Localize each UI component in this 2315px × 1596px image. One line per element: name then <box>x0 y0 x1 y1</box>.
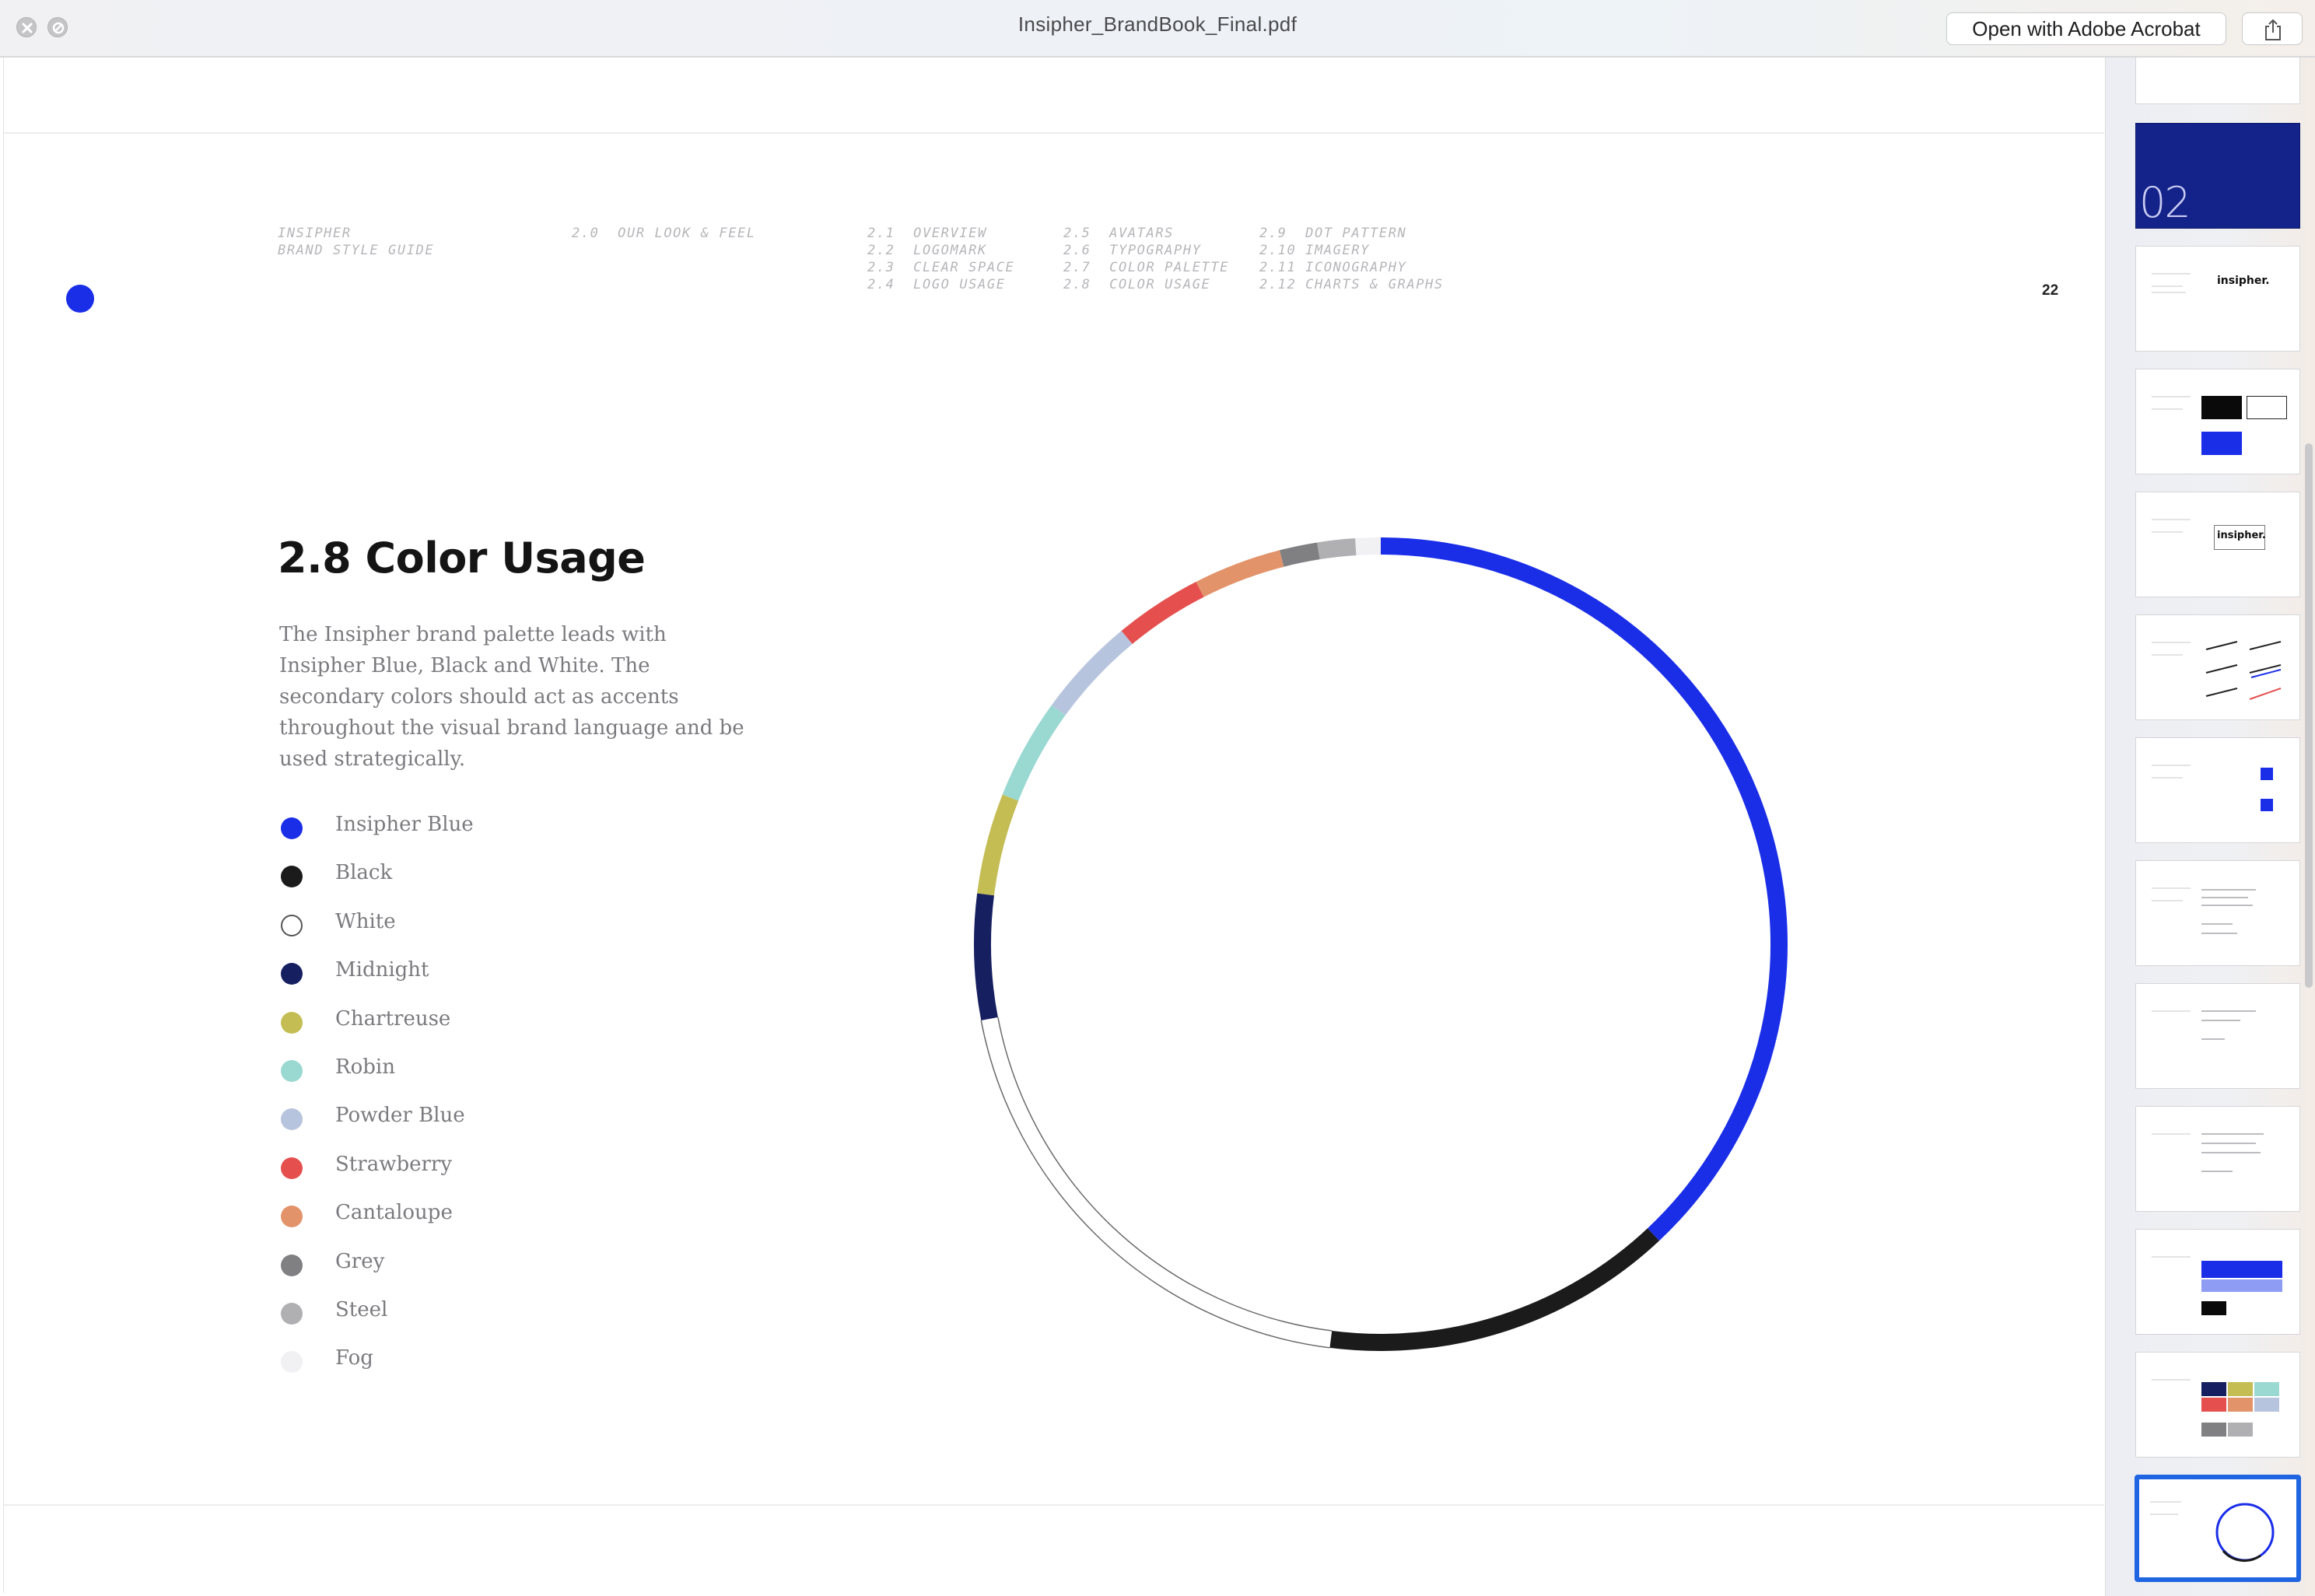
ring-segment-midnight <box>974 893 998 1020</box>
thumbnail-page-current[interactable] <box>2135 1475 2301 1582</box>
thumbnail-page[interactable] <box>2135 58 2300 104</box>
page-edge-bottom <box>4 1504 2104 1506</box>
title-bar: Insipher_BrandBook_Final.pdf Open with A… <box>0 0 2315 58</box>
header-toc-col1: 2.1 OVERVIEW 2.2 LOGOMARK 2.3 CLEAR SPAC… <box>867 226 1015 292</box>
thumbnail-page[interactable]: insipher. <box>2135 492 2300 597</box>
ring-segment-strawberry <box>1121 582 1204 645</box>
ring-segment-cantaloupe <box>1196 550 1284 597</box>
page-edge-top <box>4 132 2104 134</box>
ring-segment-white-outline <box>980 1020 1330 1349</box>
legend-swatch <box>281 1302 303 1325</box>
legend-label: Strawberry <box>335 1152 453 1176</box>
thumbnail-page[interactable] <box>2135 369 2300 474</box>
legend-swatch <box>281 1011 303 1034</box>
ring-segment-fog <box>1355 537 1382 555</box>
thumbnail-chapter-number: 02 <box>2139 178 2191 227</box>
legend-swatch <box>281 866 303 888</box>
thumbnail-sidebar[interactable]: 02 insipher. insipher. <box>2105 58 2315 1596</box>
header-toc-col2: 2.5 AVATARS 2.6 TYPOGRAPHY 2.7 COLOR PAL… <box>1063 226 1230 292</box>
legend-swatch <box>281 1157 303 1179</box>
intro-paragraph: The Insipher brand palette leads with In… <box>279 623 744 771</box>
header-brand: INSIPHER BRAND STYLE GUIDE <box>278 226 435 258</box>
legend-label: Steel <box>335 1297 388 1321</box>
color-usage-ring <box>974 537 1788 1351</box>
legend-swatch <box>281 914 303 936</box>
thumbnail-page[interactable] <box>2135 737 2300 843</box>
thumbnail-logo-text: insipher. <box>2217 275 2270 287</box>
legend-label: Fog <box>335 1346 373 1370</box>
header-chapter: 2.0 OUR LOOK & FEEL <box>572 226 756 241</box>
legend-swatch <box>281 817 303 839</box>
legend-label: White <box>335 909 396 933</box>
legend-label: Powder Blue <box>335 1104 465 1128</box>
legend-swatch <box>281 1254 303 1276</box>
share-button[interactable] <box>2242 12 2303 45</box>
legend-swatch <box>281 1059 303 1082</box>
thumbnail-page[interactable] <box>2135 983 2300 1089</box>
sidebar-scrollbar[interactable] <box>2305 443 2313 988</box>
thumbnail-page[interactable]: 02 <box>2135 123 2300 229</box>
brand-dot <box>66 285 94 313</box>
ring-segment-grey <box>1279 542 1320 567</box>
thumbnail-page[interactable] <box>2135 1106 2300 1212</box>
share-icon <box>2265 19 2281 40</box>
thumbnail-page[interactable] <box>2135 614 2300 720</box>
legend-label: Black <box>335 861 393 885</box>
ring-segment-black <box>1329 1228 1660 1351</box>
ring-segment-chartreuse <box>977 794 1019 896</box>
ring-segment-powder-blue <box>1051 631 1133 716</box>
legend-label: Cantaloupe <box>335 1201 453 1225</box>
legend-label: Robin <box>335 1055 395 1079</box>
ring-segment-insipher-blue <box>1380 537 1788 1241</box>
section-title: 2.8 Color Usage <box>278 534 646 583</box>
thumbnail-logo-text: insipher. <box>2217 530 2266 541</box>
thumbnail-page[interactable]: insipher. <box>2135 246 2300 352</box>
legend-label: Grey <box>335 1249 385 1273</box>
ring-segment-robin <box>1002 705 1066 801</box>
legend-swatch <box>281 963 303 985</box>
legend-swatch <box>281 1206 303 1228</box>
thumbnail-page[interactable] <box>2135 1229 2300 1335</box>
ring-segment-steel <box>1317 538 1357 560</box>
open-with-acrobat-button[interactable]: Open with Adobe Acrobat <box>1946 12 2226 45</box>
legend-label: Midnight <box>335 958 429 982</box>
thumbnail-page[interactable] <box>2135 860 2300 966</box>
legend-swatch <box>281 1351 303 1374</box>
ring-segment-white-outline <box>997 1017 1333 1332</box>
legend-label: Chartreuse <box>335 1006 451 1031</box>
thumbnail-page[interactable] <box>2135 1352 2300 1458</box>
header-toc-col3: 2.9 DOT PATTERN 2.10 IMAGERY 2.11 ICONOG… <box>1259 226 1444 292</box>
legend-swatch <box>281 1108 303 1131</box>
legend-label: Insipher Blue <box>335 813 474 836</box>
document-viewport[interactable]: INSIPHER BRAND STYLE GUIDE 2.0 OUR LOOK … <box>3 58 2104 1593</box>
page-number: 22 <box>2042 282 2059 299</box>
